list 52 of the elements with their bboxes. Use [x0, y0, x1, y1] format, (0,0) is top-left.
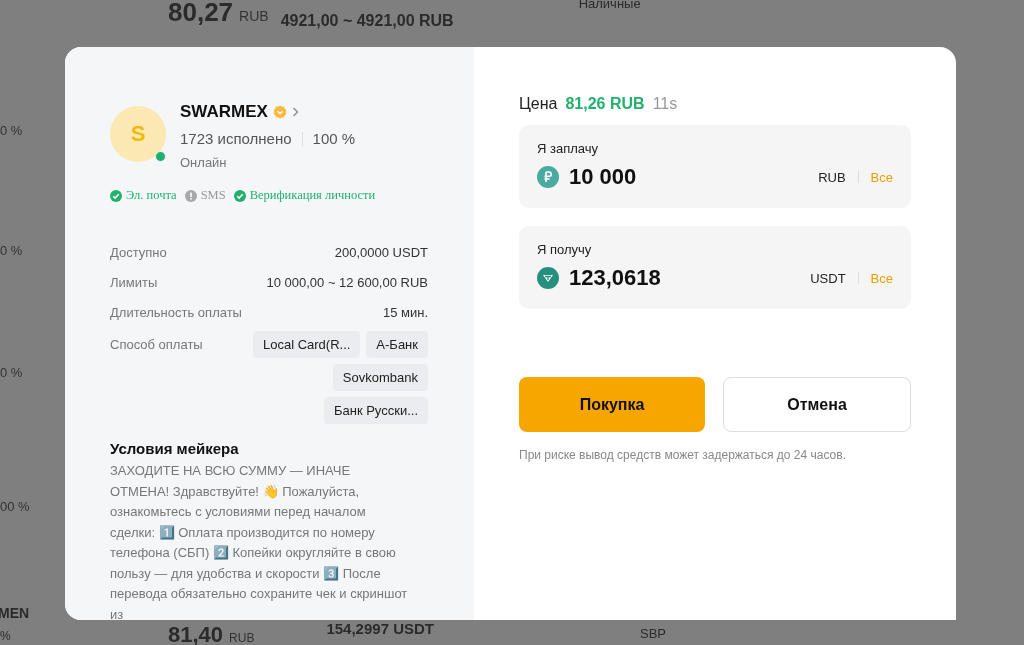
completion-rate: 100 %	[312, 130, 356, 147]
currency-label: USDT	[810, 270, 846, 286]
payment-method-tag: Local Card(R...	[252, 331, 361, 358]
payment-method-tag: Банк Русски...	[323, 397, 428, 424]
price-value: 81,26 RUB	[565, 95, 645, 113]
currency-label: RUB	[818, 169, 846, 185]
online-status: Онлайн	[180, 155, 228, 170]
completion-rate: 0 %	[0, 123, 23, 137]
check-icon	[110, 189, 122, 202]
amount-value: 154,2997 USDT	[326, 620, 434, 638]
completion-rate: %	[0, 629, 11, 643]
verification-label: Эл. почта	[126, 188, 177, 203]
payment-method: SBP	[640, 626, 666, 641]
price-value: 80,27	[168, 0, 234, 28]
payment-method-tag: А-Банк	[366, 331, 428, 358]
ruble-coin-icon	[537, 166, 559, 188]
verification-label: SMS	[200, 188, 226, 203]
check-icon	[233, 189, 246, 202]
detail-value: 15 мин.	[382, 304, 428, 320]
completion-rate: 0 %	[0, 365, 23, 379]
detail-label: Доступно	[110, 244, 167, 260]
price-value: 81,40	[168, 622, 224, 645]
avatar: S	[110, 106, 166, 162]
price-label: Цена	[519, 95, 558, 113]
merchant-name[interactable]: SWARMEX	[180, 102, 268, 122]
amount-field[interactable]: 123,0618	[569, 265, 801, 291]
detail-value: 200,0000 USDT	[334, 244, 428, 260]
limit-range: 4921,00 ~ 4921,00 RUB	[280, 12, 454, 31]
tether-coin-icon	[537, 267, 559, 289]
completion-rate: 00 %	[0, 499, 30, 513]
countdown-timer: 11s	[652, 95, 678, 113]
exclamation-icon	[184, 189, 197, 202]
price-currency: RUB	[229, 631, 255, 645]
payment-method-tag: Sovkombank	[332, 364, 428, 391]
field-label: Я получу	[537, 242, 593, 257]
completed-orders: 1723 исполнено	[180, 130, 292, 147]
badge-icon	[272, 105, 287, 119]
chevron-right-icon[interactable]	[291, 107, 299, 117]
risk-note: При риске вывод средств может задержаться до 24 часов.	[519, 448, 847, 462]
terms-text: ЗАХОДИТЕ НА ВСЮ СУММУ — ИНАЧЕ ОТМЕНА! Здравствуйте! 👋 Пожалуйста, ознакомьтесь с условиями перед началом сделки: 1⃣ Оплата производится по номеру телефона (СБП) 2⃣ Копейки округляйте в свою пользу — для удобства и скорости 3⃣ После перевода обязательно сохраните чек и скриншот из	[110, 462, 409, 620]
cancel-button[interactable]: Отмена	[723, 377, 911, 432]
field-label: Я заплачу	[537, 141, 600, 156]
terms-title: Условия мейкера	[110, 440, 240, 457]
detail-label: Лимиты	[110, 274, 158, 290]
buy-button[interactable]: Покупка	[519, 377, 705, 432]
completion-rate: 0 %	[0, 243, 23, 257]
detail-label: Способ оплаты	[110, 337, 203, 352]
price-currency: RUB	[239, 8, 269, 24]
verification-label: Верификация личности	[249, 188, 376, 203]
detail-value: 10 000,00 ~ 12 600,00 RUB	[266, 274, 428, 290]
detail-label: Длительность оплаты	[110, 304, 242, 320]
amount-field[interactable]: 10 000	[569, 164, 809, 190]
